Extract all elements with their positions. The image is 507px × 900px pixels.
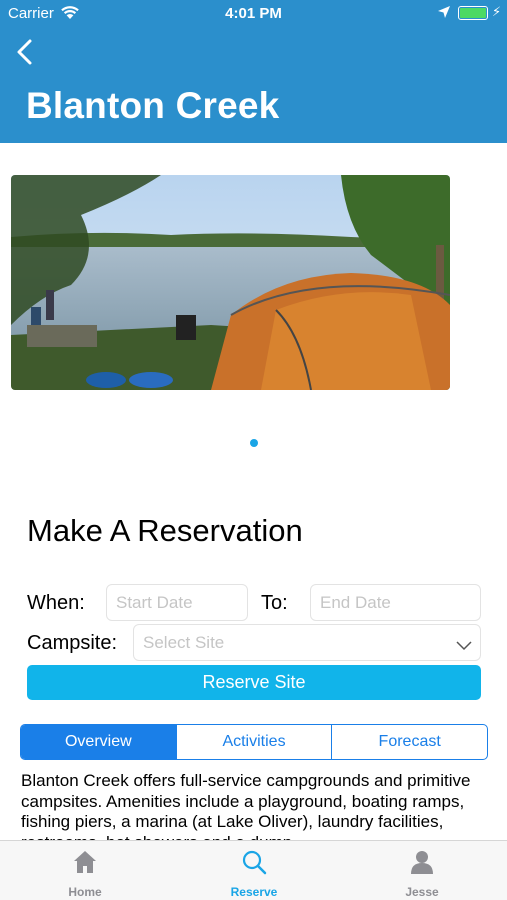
battery-icon — [458, 6, 488, 20]
campsite-label: Campsite: — [27, 632, 118, 654]
campsite-select-value: Select Site — [143, 633, 225, 652]
charging-bolt-icon: ⚡ — [492, 4, 502, 19]
location-arrow-icon — [437, 5, 451, 23]
start-date-field[interactable]: Start Date — [106, 584, 248, 621]
navigation-bar: Carrier 4:01 PM ⚡ Blanton Creek — [0, 0, 507, 143]
tab-profile[interactable]: Jesse — [372, 841, 472, 900]
to-label: To: — [261, 592, 288, 614]
reservation-heading: Make A Reservation — [27, 513, 303, 548]
overview-text: Blanton Creek offers full-service campgr… — [21, 771, 471, 840]
home-icon — [72, 849, 98, 875]
page-title: Blanton Creek — [26, 85, 280, 126]
campsite-photo[interactable] — [11, 175, 450, 390]
segment-overview[interactable]: Overview — [21, 725, 176, 759]
back-button[interactable] — [14, 36, 38, 68]
info-segmented-control: Overview Activities Forecast — [20, 724, 488, 760]
search-icon — [241, 849, 267, 875]
page-indicator-dot[interactable] — [250, 439, 258, 447]
tab-reserve-label: Reserve — [230, 885, 278, 899]
reserve-site-button[interactable]: Reserve Site — [27, 665, 481, 700]
user-icon — [409, 849, 435, 875]
tab-home-label: Home — [68, 885, 102, 899]
status-bar: Carrier 4:01 PM ⚡ — [0, 0, 507, 28]
tab-home[interactable]: Home — [35, 841, 135, 900]
segment-forecast[interactable]: Forecast — [331, 725, 487, 759]
tab-bar: Home Reserve Jesse — [0, 840, 507, 900]
status-time: 4:01 PM — [225, 5, 282, 22]
chevron-down-icon — [456, 636, 472, 656]
end-date-field[interactable]: End Date — [310, 584, 481, 621]
segment-activities[interactable]: Activities — [175, 725, 332, 759]
campsite-select[interactable]: Select Site — [133, 624, 481, 661]
tab-profile-label: Jesse — [405, 885, 439, 899]
tab-reserve[interactable]: Reserve — [204, 841, 304, 900]
when-label: When: — [27, 592, 85, 614]
